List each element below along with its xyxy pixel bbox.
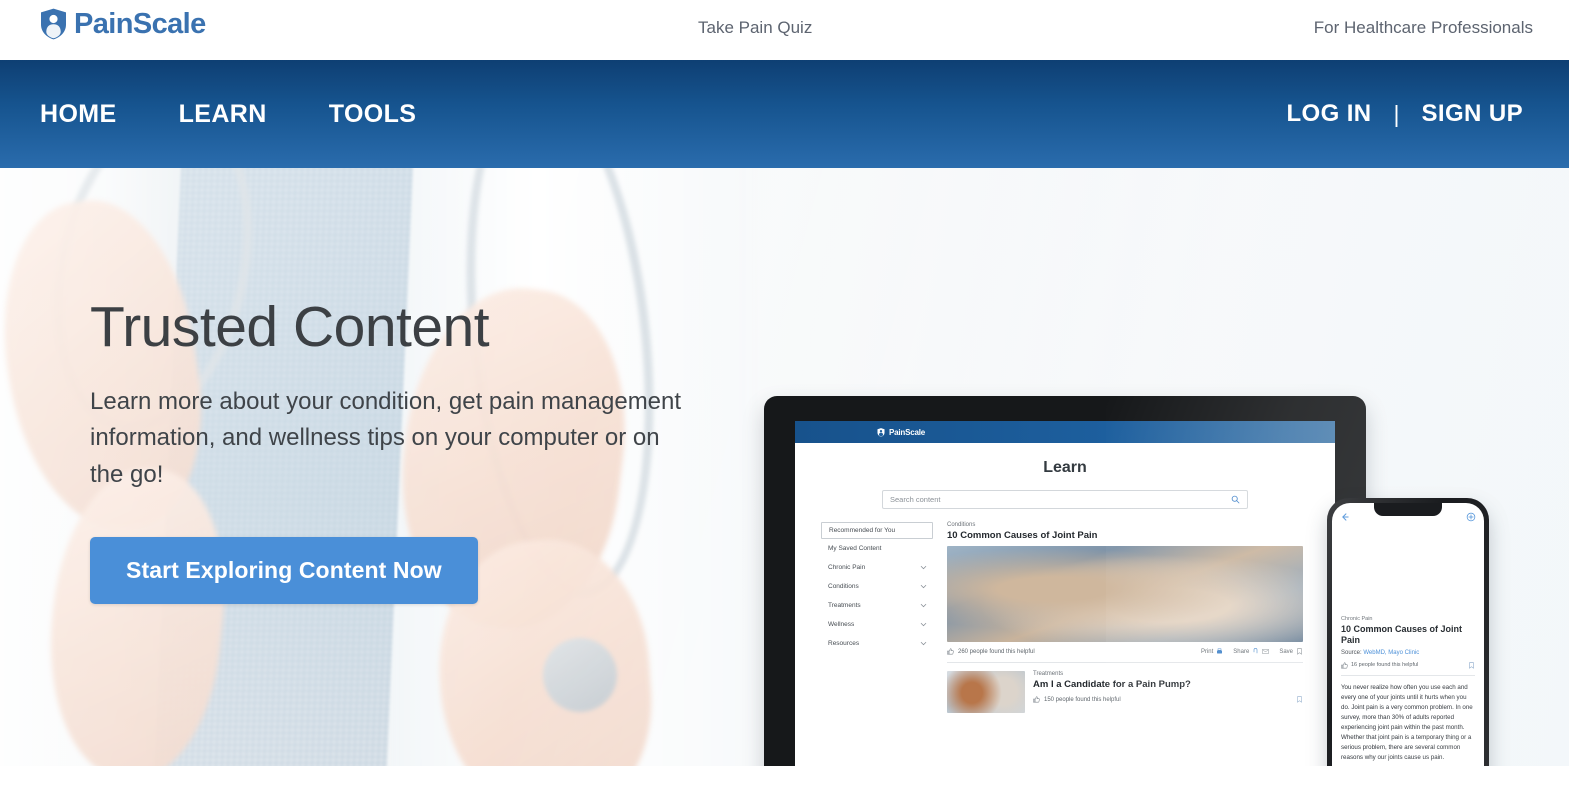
nav-item-learn[interactable]: LEARN — [179, 100, 267, 129]
nav-primary-links: HOME LEARN TOOLS — [40, 60, 416, 168]
phone-source-links[interactable]: WebMD, Mayo Clinic — [1363, 650, 1419, 656]
mock-article-actions: 260 people found this helpful Print Shar… — [947, 648, 1303, 655]
take-pain-quiz-link[interactable]: Take Pain Quiz — [698, 18, 812, 38]
mock-site-header: PainScale — [795, 421, 1335, 443]
mock-logo-wordmark: PainScale — [889, 427, 926, 437]
mock-sidebar-item-recommended[interactable]: Recommended for You — [821, 522, 933, 539]
chevron-down-icon — [920, 584, 927, 589]
nav-separator: | — [1393, 100, 1400, 127]
mock-sidebar-item-saved[interactable]: My Saved Content — [821, 539, 933, 558]
mock-search-placeholder: Search content — [890, 495, 941, 504]
mock-sidebar-label: Chronic Pain — [828, 564, 866, 571]
mock-sidebar-item-resources[interactable]: Resources — [821, 634, 933, 653]
shield-person-icon — [877, 427, 885, 437]
login-link[interactable]: LOG IN — [1286, 100, 1371, 128]
healthcare-professionals-link[interactable]: For Healthcare Professionals — [1314, 18, 1533, 38]
nav-auth-links: LOG IN | SIGN UP — [1286, 60, 1523, 168]
mock-share-action[interactable]: Share — [1233, 648, 1270, 655]
mock-article-title[interactable]: 10 Common Causes of Joint Pain — [947, 530, 1303, 541]
phone-notch — [1374, 503, 1442, 516]
page-bottom-area — [0, 766, 1569, 787]
phone-screen: Chronic Pain 10 Common Causes of Joint P… — [1332, 503, 1484, 766]
mock-article-category: Conditions — [947, 522, 976, 528]
mock-article-helpful: 260 people found this helpful — [958, 648, 1035, 655]
mock-sidebar: Recommended for You My Saved Content Chr… — [821, 522, 933, 713]
hero-section: Trusted Content Learn more about your co… — [0, 168, 1569, 766]
thumbs-up-icon[interactable] — [1341, 662, 1348, 669]
search-icon[interactable] — [1231, 495, 1240, 504]
laptop-screen: PainScale Learn Search content Recommend… — [795, 421, 1335, 766]
mock-article-card-2[interactable]: Treatments Am I a Candidate for a Pain P… — [947, 671, 1303, 713]
phone-article-title: 10 Common Causes of Joint Pain — [1341, 624, 1463, 645]
mock-print-label: Print — [1200, 648, 1214, 655]
share-icon — [1254, 648, 1258, 654]
mock-divider — [947, 662, 1303, 663]
chevron-down-icon — [920, 565, 927, 570]
phone-article-image — [1332, 525, 1484, 609]
phone-helpful-count: 16 people found this helpful — [1351, 662, 1419, 669]
phone-mockup: Chronic Pain 10 Common Causes of Joint P… — [1327, 498, 1489, 766]
mock-article2-title[interactable]: Am I a Candidate for a Pain Pump? — [1033, 679, 1303, 690]
arrow-left-icon[interactable] — [1340, 512, 1350, 522]
mock-share-label: Share — [1233, 648, 1250, 655]
mock-article2-helpful: 150 people found this helpful — [1044, 696, 1121, 703]
mock-sidebar-item-wellness[interactable]: Wellness — [821, 615, 933, 634]
mock-sidebar-label: Treatments — [828, 602, 861, 609]
nav-item-home[interactable]: HOME — [40, 100, 117, 129]
mock-save-label: Save — [1279, 648, 1293, 655]
main-navigation-bar: HOME LEARN TOOLS LOG IN | SIGN UP — [0, 60, 1569, 168]
shield-person-icon — [41, 8, 66, 40]
mock-print-action[interactable]: Print — [1201, 648, 1223, 655]
mock-search-input[interactable]: Search content — [882, 490, 1248, 509]
hero-title: Trusted Content — [90, 295, 490, 359]
hero-copy: Trusted Content Learn more about your co… — [90, 295, 710, 605]
mock-save-action[interactable]: Save — [1279, 648, 1303, 655]
phone-article-source: Source: WebMD, Mayo Clinic — [1341, 650, 1475, 656]
mock-sidebar-label: My Saved Content — [828, 545, 882, 552]
hero-subtitle: Learn more about your condition, get pai… — [90, 387, 682, 488]
nav-item-tools[interactable]: TOOLS — [329, 100, 417, 129]
mock-sidebar-item-treatments[interactable]: Treatments — [821, 596, 933, 615]
phone-divider — [1341, 674, 1475, 676]
phone-helpful-row: 16 people found this helpful — [1341, 662, 1475, 669]
mock-article2-category: Treatments — [1033, 671, 1064, 677]
printer-icon — [1217, 648, 1223, 654]
start-exploring-content-button[interactable]: Start Exploring Content Now — [90, 537, 478, 605]
mock-page-title: Learn — [1043, 459, 1087, 476]
chevron-down-icon — [920, 622, 927, 627]
mock-sidebar-label: Wellness — [828, 621, 855, 628]
mock-article2-actions: 150 people found this helpful — [1033, 696, 1303, 703]
phone-source-label: Source: — [1341, 649, 1362, 656]
signup-link[interactable]: SIGN UP — [1422, 100, 1523, 128]
mock-sidebar-label: Resources — [828, 640, 860, 647]
bookmark-icon[interactable] — [1296, 696, 1303, 703]
mock-sidebar-item-conditions[interactable]: Conditions — [821, 577, 933, 596]
bookmark-icon[interactable] — [1468, 662, 1475, 669]
phone-article-paragraph: You never realize how often you use each… — [1341, 683, 1473, 761]
mock-article2-thumbnail — [947, 671, 1025, 713]
site-logo[interactable]: PainScale — [40, 8, 206, 40]
phone-article-category: Chronic Pain — [1341, 616, 1373, 622]
plus-circle-icon[interactable] — [1466, 512, 1476, 522]
chevron-down-icon — [920, 603, 927, 608]
envelope-icon — [1262, 649, 1270, 654]
logo-wordmark: PainScale — [74, 7, 206, 40]
thumbs-up-icon[interactable] — [1033, 696, 1040, 703]
top-utility-bar: PainScale Take Pain Quiz For Healthcare … — [0, 0, 1569, 60]
mock-sidebar-label: Conditions — [828, 583, 859, 590]
chevron-down-icon — [920, 641, 927, 646]
mock-article-list: Conditions 10 Common Causes of Joint Pai… — [947, 522, 1303, 713]
phone-article-body: Chronic Pain 10 Common Causes of Joint P… — [1332, 609, 1484, 766]
mock-sidebar-item-chronic-pain[interactable]: Chronic Pain — [821, 558, 933, 577]
mock-article-image — [947, 546, 1303, 642]
bookmark-icon — [1297, 648, 1302, 655]
thumbs-up-icon[interactable] — [947, 648, 954, 655]
laptop-mockup: PainScale Learn Search content Recommend… — [764, 396, 1366, 766]
